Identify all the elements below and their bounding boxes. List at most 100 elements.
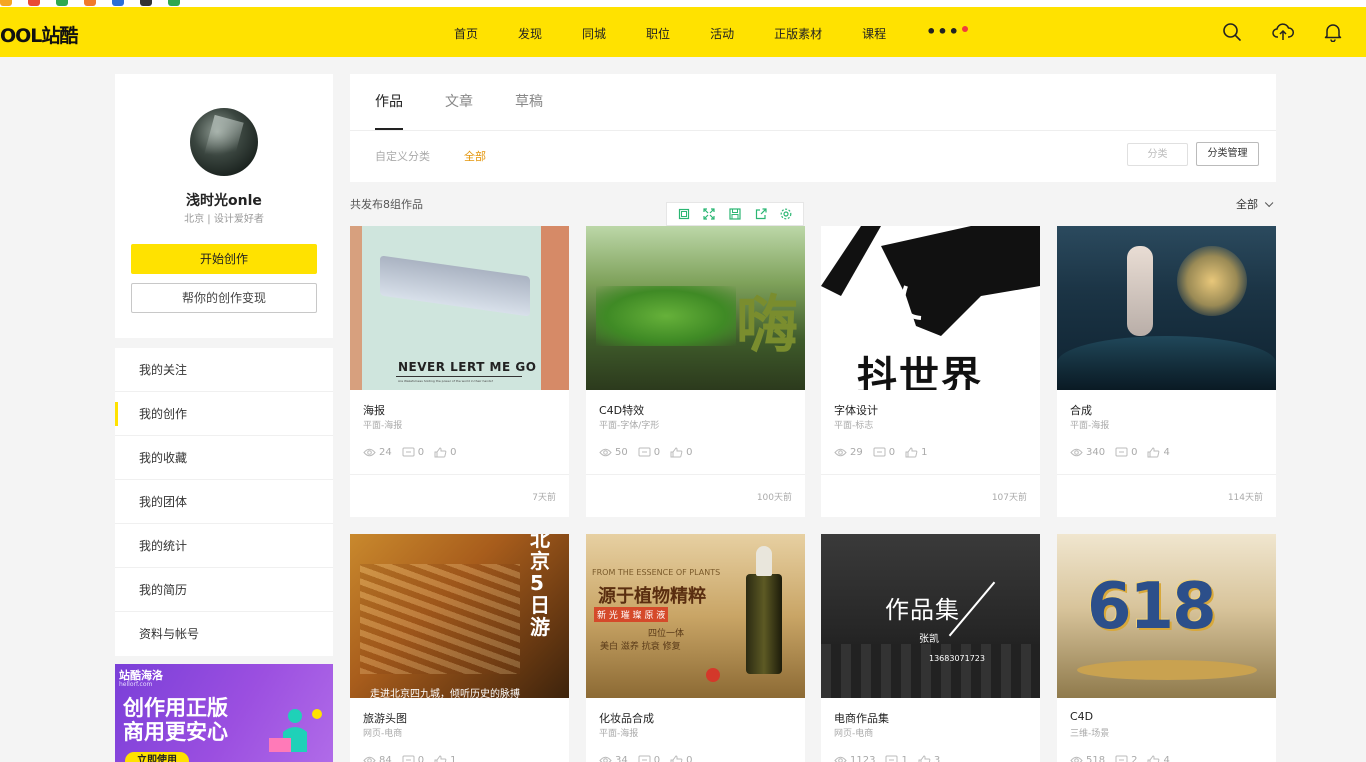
work-card[interactable]: 618 C4D 三维-场景 518 2 4 xyxy=(1057,534,1276,762)
work-thumbnail[interactable]: NEVER LERT ME GO Are Wakefulness holding… xyxy=(350,226,569,390)
thumb-text: 北京5日游 xyxy=(530,534,550,639)
work-title[interactable]: 字体设计 xyxy=(834,402,878,418)
avatar[interactable] xyxy=(190,108,258,176)
filter-all-link[interactable]: 全部 xyxy=(464,148,486,164)
bookmark-item[interactable] xyxy=(84,0,96,7)
work-title[interactable]: 旅游头图 xyxy=(363,710,407,726)
comments-count: 2 xyxy=(1131,755,1138,762)
work-card[interactable]: 作品集 张凯 13683071723 电商作品集 网页-电商 1123 1 3 xyxy=(821,534,1040,762)
bookmark-item[interactable] xyxy=(168,0,180,7)
likes-stat: 4 xyxy=(1147,755,1170,762)
thumb-subtext: FROM THE ESSENCE OF PLANTS xyxy=(592,568,721,577)
comments-count: 1 xyxy=(901,755,908,762)
bookmark-item[interactable] xyxy=(28,0,40,7)
sidebar-item-following[interactable]: 我的关注 xyxy=(115,348,333,392)
gear-icon[interactable] xyxy=(779,207,793,221)
work-thumbnail[interactable]: 618 xyxy=(1057,534,1276,698)
nav-events[interactable]: 活动 xyxy=(690,7,754,57)
views-stat: 50 xyxy=(599,447,628,458)
tab-works[interactable]: 作品 xyxy=(375,74,403,130)
sidebar-item-favorites[interactable]: 我的收藏 xyxy=(115,436,333,480)
work-card[interactable]: NEVER LERT ME GO Are Wakefulness holding… xyxy=(350,226,569,517)
search-icon[interactable] xyxy=(1222,22,1242,42)
tab-divider xyxy=(350,130,1276,131)
username[interactable]: 浅时光onle xyxy=(115,190,333,210)
nav-jobs[interactable]: 职位 xyxy=(626,7,690,57)
thumbs-up-icon xyxy=(670,755,683,762)
profile-card: 浅时光onle 北京 | 设计爱好者 开始创作 帮你的创作变现 xyxy=(115,74,333,338)
upload-icon[interactable] xyxy=(1272,22,1294,42)
nav-home[interactable]: 首页 xyxy=(434,7,498,57)
views-count: 34 xyxy=(615,755,628,762)
work-thumbnail[interactable]: 北京5日游 走进北京四九城，倾听历史的脉搏 xyxy=(350,534,569,698)
likes-stat: 0 xyxy=(434,447,456,458)
sidebar-item-statistics[interactable]: 我的统计 xyxy=(115,524,333,568)
sidebar-item-my-works[interactable]: 我的创作 xyxy=(115,392,333,436)
work-title[interactable]: 合成 xyxy=(1070,402,1092,418)
manage-categories-button[interactable]: 分类管理 xyxy=(1196,142,1259,166)
comment-icon xyxy=(402,755,415,762)
promo-banner[interactable]: 站酷海洛 hellorf.com 创作用正版 商用更安心 立即使用 xyxy=(115,664,333,762)
likes-stat: 3 xyxy=(918,755,940,762)
illustration-person-icon xyxy=(269,709,322,752)
work-title[interactable]: 化妆品合成 xyxy=(599,710,654,726)
wall-graphic xyxy=(360,564,520,674)
work-card[interactable]: 嗨 C4D特效 平面-字体/字形 50 0 0 100天前 xyxy=(586,226,805,517)
work-thumbnail[interactable]: FROM THE ESSENCE OF PLANTS 源于植物精粹 新 光 璀 … xyxy=(586,534,805,698)
likes-stat: 4 xyxy=(1147,447,1170,458)
work-card[interactable]: FROM THE ESSENCE OF PLANTS 源于植物精粹 新 光 璀 … xyxy=(586,534,805,762)
nav-discover[interactable]: 发现 xyxy=(498,7,562,57)
views-count: 50 xyxy=(615,447,628,458)
views-stat: 24 xyxy=(363,447,392,458)
fullscreen-icon[interactable] xyxy=(702,207,716,221)
work-card[interactable]: 抖世界 字体设计 平面-标志 29 0 1 107天前 xyxy=(821,226,1040,517)
share-icon[interactable] xyxy=(754,207,768,221)
bell-icon[interactable] xyxy=(1324,22,1342,42)
monetize-button[interactable]: 帮你的创作变现 xyxy=(131,283,317,313)
work-stats: 1123 1 3 xyxy=(834,755,940,762)
tail-graphic xyxy=(1057,336,1276,390)
work-title[interactable]: 海报 xyxy=(363,402,385,418)
bookmark-item[interactable] xyxy=(0,0,12,7)
bookmark-item[interactable] xyxy=(140,0,152,7)
category-button[interactable]: 分类 xyxy=(1127,143,1188,166)
start-creating-button[interactable]: 开始创作 xyxy=(131,244,317,274)
tab-articles[interactable]: 文章 xyxy=(445,74,473,130)
work-thumbnail[interactable]: 嗨 xyxy=(586,226,805,390)
sidebar-item-resume[interactable]: 我的简历 xyxy=(115,568,333,612)
work-time: 100天前 xyxy=(756,493,792,503)
sort-dropdown[interactable]: 全部 xyxy=(1236,196,1274,212)
nav-more-button[interactable]: ••• xyxy=(906,7,980,57)
rails-graphic xyxy=(821,644,1040,698)
save-icon[interactable] xyxy=(728,207,742,221)
promo-cta-button[interactable]: 立即使用 xyxy=(125,752,189,762)
work-thumbnail[interactable]: 抖世界 xyxy=(821,226,1040,390)
nav-local[interactable]: 同城 xyxy=(562,7,626,57)
thumbs-up-icon xyxy=(1147,755,1160,762)
sidebar-item-groups[interactable]: 我的团体 xyxy=(115,480,333,524)
work-title[interactable]: C4D特效 xyxy=(599,402,644,418)
views-stat: 84 xyxy=(363,755,392,762)
copy-icon[interactable] xyxy=(677,207,691,221)
thumb-tag: 新 光 璀 璨 原 液 xyxy=(594,607,669,622)
work-title[interactable]: 电商作品集 xyxy=(834,710,889,726)
work-card[interactable]: 合成 平面-海报 340 0 4 114天前 xyxy=(1057,226,1276,517)
comments-stat: 1 xyxy=(885,755,908,762)
bookmark-item[interactable] xyxy=(56,0,68,7)
sidebar-item-account[interactable]: 资料与帐号 xyxy=(115,612,333,656)
bookmark-item[interactable] xyxy=(112,0,124,7)
views-count: 84 xyxy=(379,755,392,762)
comments-count: 0 xyxy=(888,447,896,458)
tab-drafts[interactable]: 草稿 xyxy=(515,74,543,130)
work-title[interactable]: C4D xyxy=(1070,710,1093,723)
work-thumbnail[interactable]: 作品集 张凯 13683071723 xyxy=(821,534,1040,698)
nav-courses[interactable]: 课程 xyxy=(842,7,906,57)
thumbs-up-icon xyxy=(670,447,683,458)
work-thumbnail[interactable] xyxy=(1057,226,1276,390)
card-divider xyxy=(350,474,569,475)
figure-graphic xyxy=(1127,246,1153,336)
site-logo[interactable]: OOL站酷 xyxy=(0,21,78,48)
nav-stock[interactable]: 正版素材 xyxy=(754,7,842,57)
work-card[interactable]: 北京5日游 走进北京四九城，倾听历史的脉搏 旅游头图 网页-电商 84 0 1 xyxy=(350,534,569,762)
views-stat: 340 xyxy=(1070,447,1105,458)
